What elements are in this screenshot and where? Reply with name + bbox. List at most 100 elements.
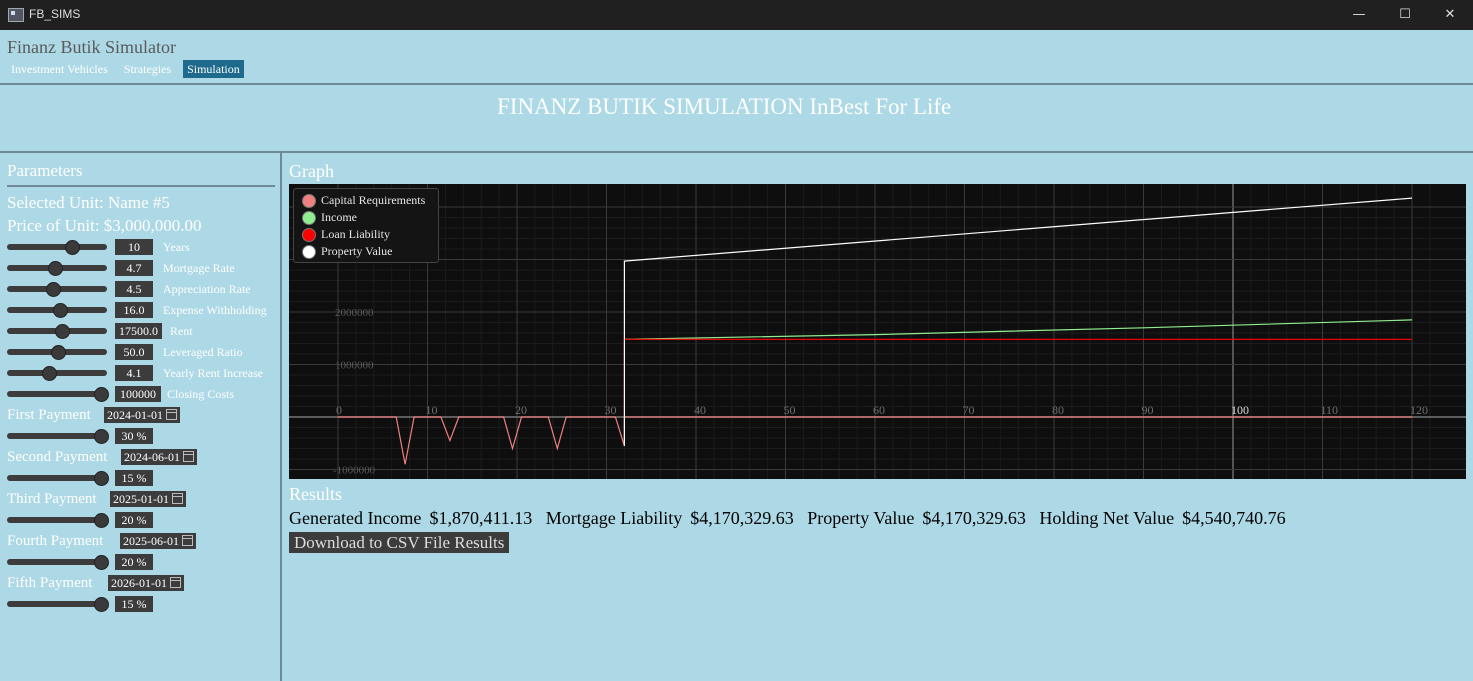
parameter-value: 4.1 — [115, 365, 153, 381]
calendar-icon[interactable] — [170, 577, 181, 588]
legend-item[interactable]: Property Value — [294, 243, 438, 260]
payment-date-picker[interactable]: 2024-01-01 — [104, 407, 180, 423]
y-tick-label: 1000000 — [335, 360, 374, 372]
parameter-slider[interactable] — [7, 387, 109, 402]
slider-handle[interactable] — [94, 555, 109, 570]
payment-slider[interactable] — [7, 555, 109, 570]
tab-strategies[interactable]: Strategies — [120, 60, 175, 78]
header-divider — [0, 83, 1473, 85]
slider-handle[interactable] — [51, 345, 66, 360]
unit-price: Price of Unit: $3,000,000.00 — [7, 216, 202, 235]
slider-handle[interactable] — [94, 429, 109, 444]
page-title: FINANZ BUTIK SIMULATION InBest For Life — [497, 94, 952, 119]
parameter-slider[interactable] — [7, 366, 107, 381]
parameter-value: 50.0 — [115, 344, 153, 360]
legend-swatch — [302, 210, 316, 225]
legend-item[interactable]: Capital Requirements — [294, 192, 438, 209]
payment-date-picker[interactable]: 2026-01-01 — [108, 575, 184, 591]
x-tick-label: 60 — [873, 403, 885, 417]
parameter-value: 100000 — [115, 386, 161, 402]
x-tick-label: 0 — [336, 403, 342, 417]
parameter-row: 4.5 Appreciation Rate — [7, 281, 277, 297]
result-value: $4,540,740.76 — [1182, 508, 1286, 528]
legend-item[interactable]: Loan Liability — [294, 226, 438, 243]
parameter-label: Appreciation Rate — [163, 282, 251, 296]
window-title: FB_SIMS — [29, 7, 81, 21]
parameter-slider[interactable] — [7, 282, 107, 297]
download-csv-button[interactable]: Download to CSV File Results — [289, 532, 510, 553]
x-tick-label: 30 — [605, 403, 617, 417]
parameters-heading: Parameters — [7, 161, 83, 180]
slider-handle[interactable] — [55, 324, 70, 339]
app-icon — [8, 8, 24, 22]
y-tick-label: -1000000 — [333, 465, 376, 477]
payment-slider[interactable] — [7, 471, 109, 486]
content-divider — [0, 151, 1473, 153]
payment-label: Second Payment — [7, 449, 108, 465]
legend-label: Loan Liability — [321, 227, 390, 241]
result-label: Generated Income — [289, 508, 422, 528]
payment-date-picker[interactable]: 2024-06-01 — [121, 449, 197, 465]
calendar-icon[interactable] — [183, 451, 194, 462]
slider-handle[interactable] — [46, 282, 61, 297]
tab-investment-vehicles[interactable]: Investment Vehicles — [7, 60, 112, 78]
legend-swatch — [302, 193, 316, 208]
payment-date-picker[interactable]: 2025-06-01 — [120, 533, 196, 549]
slider-handle[interactable] — [94, 471, 109, 486]
parameter-slider[interactable] — [7, 324, 107, 339]
slider-handle[interactable] — [94, 387, 109, 402]
minimize-icon[interactable]: — — [1336, 0, 1382, 30]
payment-slider[interactable] — [7, 513, 109, 528]
calendar-icon[interactable] — [182, 535, 193, 546]
app-name: Finanz Butik Simulator — [7, 37, 176, 57]
results-heading: Results — [289, 484, 343, 504]
result-label: Property Value — [807, 508, 915, 528]
payment-percent-row: 20 % — [7, 512, 207, 528]
slider-handle[interactable] — [48, 261, 63, 276]
result-value: $1,870,411.13 — [429, 508, 533, 528]
x-tick-label: 120 — [1410, 403, 1428, 417]
payment-percent: 30 % — [115, 428, 153, 444]
payment-percent: 15 % — [115, 596, 153, 612]
slider-handle[interactable] — [94, 513, 109, 528]
x-tick-label: 80 — [1052, 403, 1064, 417]
calendar-icon[interactable] — [166, 409, 177, 420]
tab-simulation[interactable]: Simulation — [183, 60, 244, 78]
payment-date-picker[interactable]: 2025-01-01 — [110, 491, 186, 507]
parameter-label: Mortgage Rate — [163, 261, 235, 275]
payment-slider[interactable] — [7, 429, 109, 444]
parameter-slider[interactable] — [7, 303, 107, 318]
parameter-label: Years — [163, 240, 190, 254]
parameters-underline — [7, 185, 275, 187]
parameter-slider[interactable] — [7, 345, 107, 360]
parameter-row: 4.1 Yearly Rent Increase — [7, 365, 277, 381]
payment-date: 2024-01-01 — [107, 408, 163, 422]
payment-slider[interactable] — [7, 597, 109, 612]
results-summary: Generated Income $1,870,411.13 Mortgage L… — [289, 508, 1295, 529]
parameter-value: 4.5 — [115, 281, 153, 297]
parameter-slider[interactable] — [7, 240, 107, 255]
legend-label: Capital Requirements — [321, 193, 426, 207]
parameter-slider[interactable] — [7, 261, 107, 276]
close-icon[interactable]: ✕ — [1427, 0, 1473, 30]
parameter-label: Rent — [170, 324, 193, 338]
x-tick-label: 70 — [963, 403, 975, 417]
payment-date: 2025-01-01 — [113, 492, 169, 506]
slider-handle[interactable] — [94, 597, 109, 612]
payment-percent: 15 % — [115, 470, 153, 486]
parameter-label: Expense Withholding — [163, 303, 267, 317]
payment-percent-row: 15 % — [7, 470, 207, 486]
slider-handle[interactable] — [53, 303, 68, 318]
parameter-label: Yearly Rent Increase — [163, 366, 264, 380]
parameter-value: 16.0 — [115, 302, 153, 318]
parameter-label: Closing Costs — [167, 387, 235, 401]
maximize-icon[interactable]: ☐ — [1382, 0, 1428, 30]
legend-item[interactable]: Income — [294, 209, 438, 226]
payment-percent-row: 15 % — [7, 596, 207, 612]
slider-handle[interactable] — [42, 366, 57, 381]
payment-percent-row: 30 % — [7, 428, 207, 444]
calendar-icon[interactable] — [172, 493, 183, 504]
y-tick-label: 2000000 — [335, 307, 374, 319]
chart-svg: 0 10 20 30 40 50 60 70 80 90 100 110 120 -1000000 1000… — [289, 184, 1466, 479]
slider-handle[interactable] — [65, 240, 80, 255]
